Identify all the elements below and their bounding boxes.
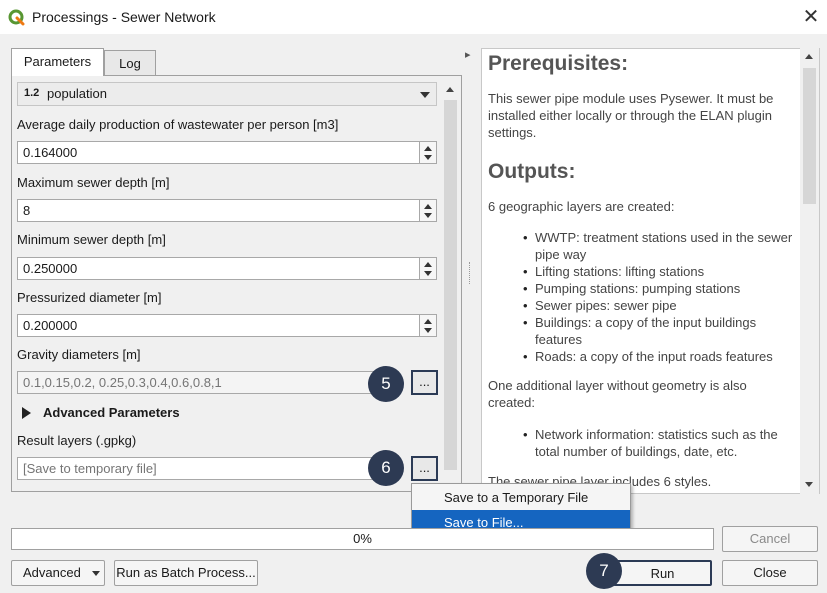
- wastewater-label: Average daily production of wastewater p…: [17, 117, 339, 132]
- chevron-down-icon: [92, 571, 100, 576]
- step-badge-5: 5: [368, 366, 404, 402]
- cancel-button[interactable]: Cancel: [722, 526, 818, 552]
- pressurized-label: Pressurized diameter [m]: [17, 290, 162, 305]
- collapse-arrow-icon[interactable]: ▸: [465, 48, 471, 61]
- list-item: Network information: statistics such as …: [523, 426, 799, 460]
- additional-text: One additional layer without geometry is…: [488, 378, 747, 410]
- list-item: Lifting stations: lifting stations: [523, 263, 799, 280]
- help-scroll-thumb[interactable]: [803, 68, 816, 204]
- max-depth-label: Maximum sewer depth [m]: [17, 175, 170, 190]
- result-layers-label: Result layers (.gpkg): [17, 433, 137, 448]
- parameters-panel: [11, 76, 462, 492]
- spin-down-icon[interactable]: [424, 328, 432, 333]
- window-title: Processings - Sewer Network: [32, 9, 216, 25]
- spin-up-icon[interactable]: [424, 262, 432, 267]
- outputs-list: WWTP: treatment stations used in the sew…: [523, 229, 799, 365]
- wastewater-input[interactable]: 0.164000: [17, 141, 420, 164]
- close-icon[interactable]: ✕: [800, 6, 822, 28]
- parameters-scroll-thumb[interactable]: [444, 100, 457, 470]
- spin-up-icon[interactable]: [424, 146, 432, 151]
- additional-list: Network information: statistics such as …: [523, 426, 799, 460]
- chevron-down-icon[interactable]: [420, 92, 430, 98]
- result-layers-input[interactable]: [17, 457, 375, 480]
- step-badge-6: 6: [368, 450, 404, 486]
- help-panel: Prerequisites: This sewer pipe module us…: [481, 48, 820, 494]
- list-item: Buildings: a copy of the input buildings…: [523, 314, 799, 348]
- scroll-up-icon[interactable]: [805, 54, 813, 59]
- scroll-up-icon[interactable]: [446, 87, 454, 92]
- run-batch-button[interactable]: Run as Batch Process...: [114, 560, 258, 586]
- max-depth-spinner[interactable]: [419, 199, 437, 222]
- menu-item-save-temporary[interactable]: Save to a Temporary File: [412, 485, 630, 510]
- run-button[interactable]: Run: [613, 560, 712, 586]
- close-button[interactable]: Close: [722, 560, 818, 586]
- advanced-button-label: Advanced: [23, 565, 81, 580]
- min-depth-input[interactable]: 0.250000: [17, 257, 420, 280]
- spin-up-icon[interactable]: [424, 319, 432, 324]
- tab-parameters[interactable]: Parameters: [11, 48, 104, 76]
- list-item: Sewer pipes: sewer pipe: [523, 297, 799, 314]
- list-item: Roads: a copy of the input roads feature…: [523, 348, 799, 365]
- pressurized-spinner[interactable]: [419, 314, 437, 337]
- qgis-logo-icon: [8, 9, 25, 26]
- pressurized-input[interactable]: 0.200000: [17, 314, 420, 337]
- population-value: population: [47, 86, 107, 101]
- gravity-label: Gravity diameters [m]: [17, 347, 141, 362]
- list-item: Pumping stations: pumping stations: [523, 280, 799, 297]
- outputs-heading: Outputs:: [488, 160, 576, 183]
- spin-down-icon[interactable]: [424, 155, 432, 160]
- spin-down-icon[interactable]: [424, 271, 432, 276]
- prerequisites-text: This sewer pipe module uses Pysewer. It …: [488, 91, 774, 140]
- population-prefix: 1.2: [24, 87, 40, 99]
- outputs-intro: 6 geographic layers are created:: [488, 199, 675, 214]
- splitter-handle[interactable]: [469, 262, 471, 284]
- tab-log[interactable]: Log: [104, 50, 156, 76]
- gravity-input[interactable]: [17, 371, 375, 394]
- wastewater-spinner[interactable]: [419, 141, 437, 164]
- step-badge-7: 7: [586, 553, 622, 589]
- min-depth-label: Minimum sewer depth [m]: [17, 232, 166, 247]
- gravity-browse-button[interactable]: ...: [411, 370, 438, 395]
- progress-bar: 0%: [11, 528, 714, 550]
- max-depth-input[interactable]: 8: [17, 199, 420, 222]
- prerequisites-heading: Prerequisites:: [488, 52, 629, 75]
- result-browse-button[interactable]: ...: [411, 456, 438, 481]
- min-depth-spinner[interactable]: [419, 257, 437, 280]
- advanced-button[interactable]: Advanced: [11, 560, 105, 586]
- advanced-parameters-toggle[interactable]: Advanced Parameters: [43, 405, 180, 420]
- progress-text: 0%: [353, 531, 372, 546]
- spin-down-icon[interactable]: [424, 213, 432, 218]
- list-item: WWTP: treatment stations used in the sew…: [523, 229, 799, 263]
- scroll-down-icon[interactable]: [805, 482, 813, 487]
- spin-up-icon[interactable]: [424, 204, 432, 209]
- expand-arrow-icon[interactable]: [22, 407, 31, 419]
